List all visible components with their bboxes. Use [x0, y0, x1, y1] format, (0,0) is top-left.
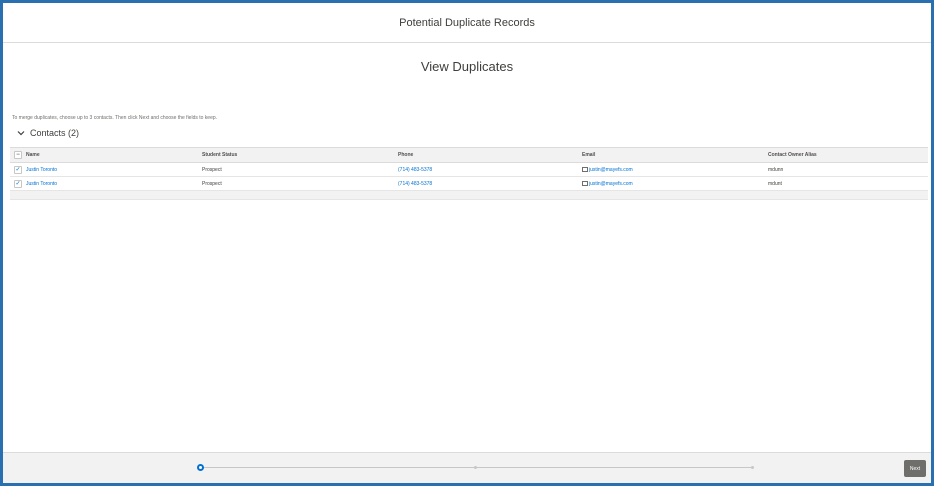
email-cell: justin@mayefs.com [582, 167, 768, 173]
section-label: Contacts (2) [30, 128, 80, 138]
column-header-owner[interactable]: Contact Owner Alias [768, 152, 928, 158]
modal-frame: Potential Duplicate Records View Duplica… [0, 0, 934, 486]
select-all-checkbox[interactable]: − [14, 151, 22, 159]
contacts-section-toggle[interactable]: Contacts (2) [16, 128, 79, 138]
modal-title: Potential Duplicate Records [399, 16, 535, 29]
table-header-row: − Name Student Status Phone Email Contac… [10, 147, 928, 163]
instructions-text: To merge duplicates, choose up to 3 cont… [12, 115, 218, 121]
row-select-cell: ✓ [10, 179, 26, 188]
duplicates-table: − Name Student Status Phone Email Contac… [10, 147, 928, 200]
column-header-email[interactable]: Email [582, 152, 768, 158]
email-icon [582, 166, 588, 172]
row-checkbox[interactable]: ✓ [14, 165, 22, 174]
student-status: Prospect [202, 180, 222, 187]
progress-step-3 [751, 466, 754, 469]
student-status: Prospect [202, 166, 222, 173]
progress-step-2 [474, 466, 477, 469]
phone-link[interactable]: (714) 483-5378 [398, 181, 582, 187]
page-heading: View Duplicates [420, 59, 514, 74]
select-all-cell: − [10, 151, 26, 159]
next-button[interactable]: Next [904, 460, 926, 477]
email-link[interactable]: justin@mayefs.com [589, 181, 633, 187]
column-header-phone[interactable]: Phone [398, 152, 582, 158]
chevron-down-icon [17, 131, 25, 136]
owner-alias: mdunn [768, 166, 784, 173]
row-select-cell: ✓ [10, 165, 26, 174]
contact-name-link[interactable]: Justin Toronto [26, 167, 202, 173]
email-cell: justin@mayefs.com [582, 181, 768, 187]
contact-name-link[interactable]: Justin Toronto [26, 181, 202, 187]
column-header-name[interactable]: Name [26, 152, 202, 158]
email-link[interactable]: justin@mayefs.com [589, 167, 633, 173]
modal-footer: Next [3, 452, 931, 483]
table-footer-spacer [10, 191, 928, 200]
modal-header: Potential Duplicate Records [3, 3, 931, 43]
progress-step-1 [197, 464, 204, 471]
row-checkbox[interactable]: ✓ [14, 179, 22, 188]
table-row: ✓ Justin Toronto Prospect (714) 483-5378… [10, 163, 928, 177]
phone-link[interactable]: (714) 483-5378 [398, 167, 582, 173]
table-row: ✓ Justin Toronto Prospect (714) 483-5378… [10, 177, 928, 191]
column-header-status[interactable]: Student Status [202, 152, 398, 158]
email-icon [582, 180, 588, 186]
owner-alias: mdunt [768, 180, 782, 187]
